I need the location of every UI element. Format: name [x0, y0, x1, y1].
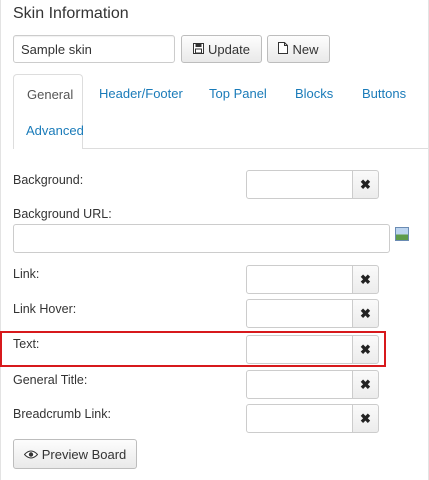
- update-label: Update: [208, 41, 250, 57]
- close-icon: ✖: [360, 341, 371, 357]
- new-document-icon: [278, 42, 289, 56]
- save-icon: [193, 42, 205, 56]
- new-button[interactable]: New: [267, 35, 330, 63]
- link-color-input[interactable]: [246, 265, 353, 294]
- breadcrumb-link-label: Breadcrumb Link:: [13, 407, 111, 421]
- link-clear-button[interactable]: ✖: [352, 265, 379, 294]
- tab-top-panel[interactable]: Top Panel: [209, 86, 267, 101]
- background-color-input[interactable]: [246, 170, 353, 199]
- close-icon: ✖: [360, 305, 371, 321]
- background-url-input[interactable]: [13, 224, 390, 253]
- background-clear-button[interactable]: ✖: [352, 170, 379, 199]
- general-title-color-input[interactable]: [246, 370, 353, 399]
- eye-icon: [23, 448, 38, 461]
- text-label: Text:: [13, 337, 40, 351]
- tab-buttons[interactable]: Buttons: [362, 86, 406, 101]
- update-button[interactable]: Update: [181, 35, 262, 63]
- preview-board-button[interactable]: Preview Board: [13, 439, 137, 469]
- new-label: New: [292, 41, 319, 57]
- tab-header-footer[interactable]: Header/Footer: [99, 86, 183, 101]
- skin-name-input[interactable]: [13, 35, 175, 63]
- link-hover-color-input[interactable]: [246, 299, 353, 328]
- link-label: Link:: [13, 267, 40, 281]
- link-hover-label: Link Hover:: [13, 302, 77, 316]
- tab-blocks[interactable]: Blocks: [295, 86, 333, 101]
- tab-general-label: General: [27, 87, 74, 102]
- background-label: Background:: [13, 173, 84, 187]
- breadcrumb-link-clear-button[interactable]: ✖: [352, 404, 379, 433]
- background-url-label: Background URL:: [13, 207, 112, 221]
- page-title: Skin Information: [13, 5, 129, 22]
- general-title-clear-button[interactable]: ✖: [352, 370, 379, 399]
- general-title-label: General Title:: [13, 373, 88, 387]
- skin-information-panel: Skin Information Update New General Head…: [0, 0, 429, 480]
- close-icon: ✖: [360, 410, 371, 426]
- close-icon: ✖: [360, 376, 371, 392]
- text-color-input[interactable]: [246, 335, 353, 364]
- text-clear-button[interactable]: ✖: [352, 335, 379, 364]
- tab-advanced[interactable]: Advanced: [26, 123, 84, 138]
- link-hover-clear-button[interactable]: ✖: [352, 299, 379, 328]
- preview-board-label: Preview Board: [41, 446, 127, 462]
- close-icon: ✖: [360, 176, 371, 192]
- close-icon: ✖: [360, 271, 371, 287]
- image-picker-icon[interactable]: [395, 227, 409, 241]
- breadcrumb-link-color-input[interactable]: [246, 404, 353, 433]
